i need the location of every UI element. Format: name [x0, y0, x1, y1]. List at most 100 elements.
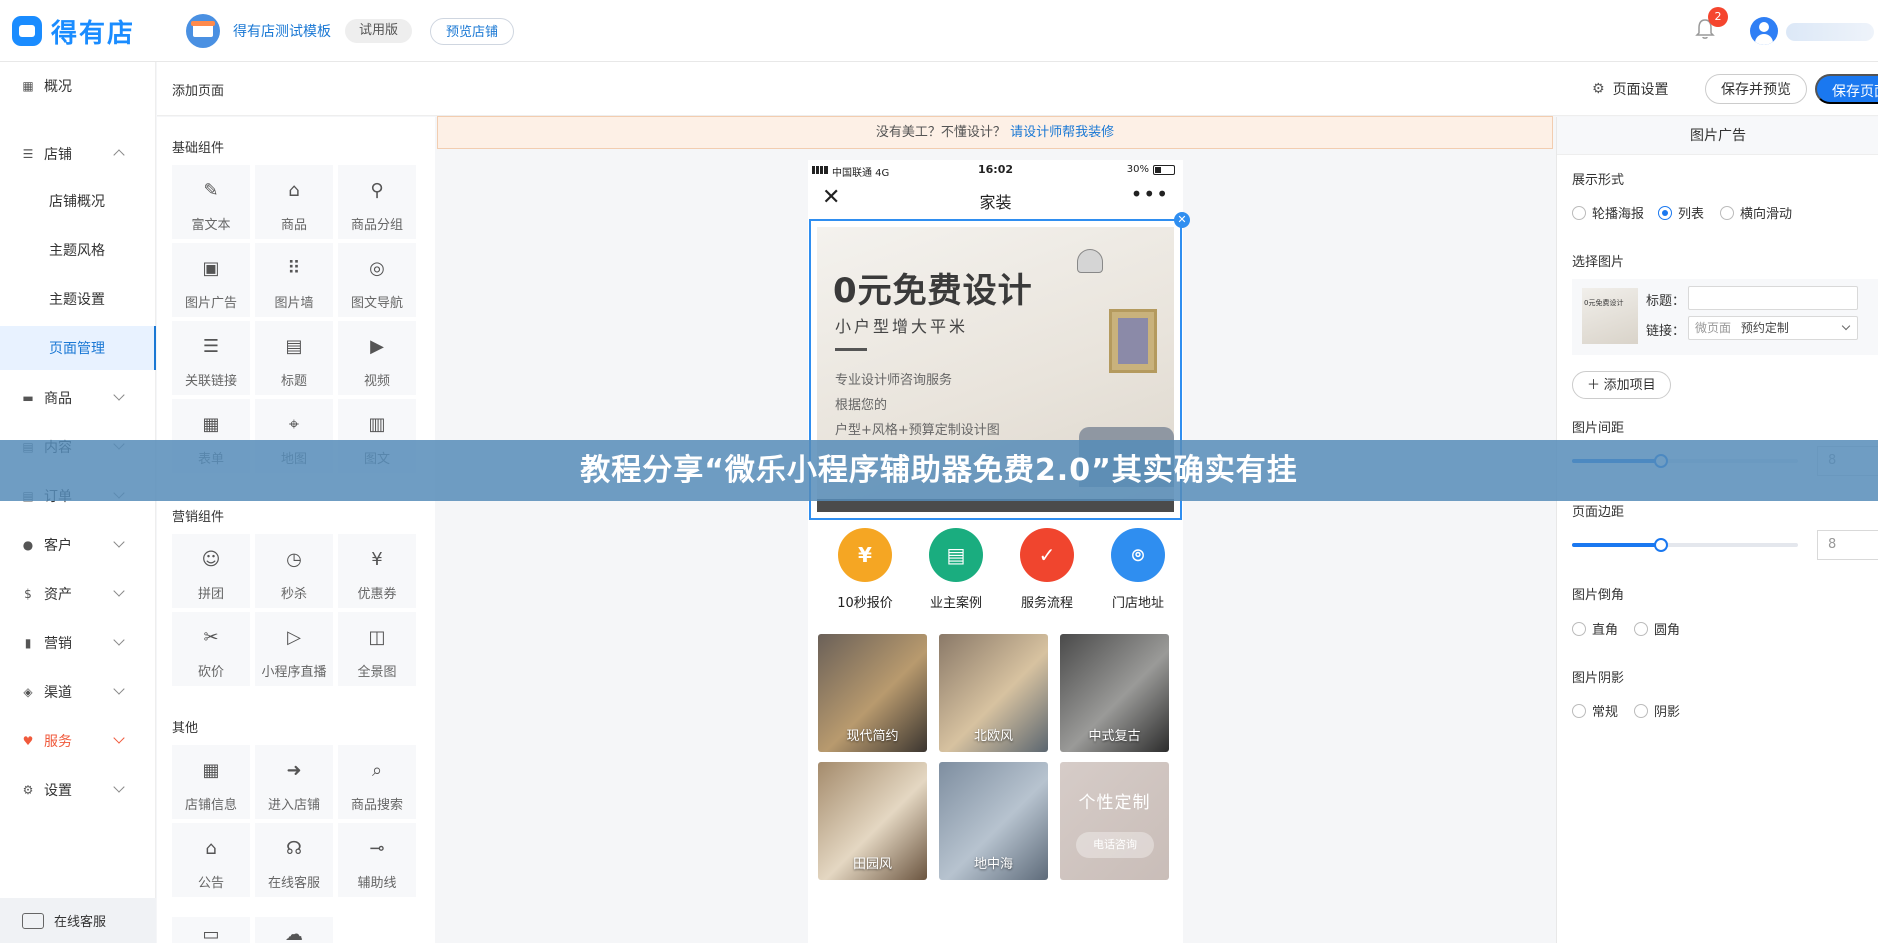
product-search-icon: ⌕ — [371, 759, 383, 781]
item-link-label: 链接： — [1646, 324, 1686, 339]
users-icon: ● — [22, 538, 34, 552]
quick-link-item[interactable]: ⌾ 门店地址 — [1093, 528, 1183, 612]
radio-shadow[interactable]: 阴影 — [1634, 701, 1680, 720]
overlay-caption: 教程分享“微乐小程序辅助器免费2.0”其实确实有挂 — [0, 440, 1878, 501]
component-tile-divider-line[interactable]: ⊸ 辅助线 — [338, 823, 416, 897]
radio-horizontal-scroll[interactable]: 横向滑动 — [1720, 203, 1792, 222]
sidebar-item-products[interactable]: ▬ 商品 — [0, 376, 156, 420]
chevron-down-icon — [113, 781, 125, 793]
custom-design-card[interactable]: 个性定制 电话咨询 — [1060, 762, 1169, 880]
store-name[interactable]: 得有店测试模板 — [233, 21, 331, 41]
component-tile-notice[interactable]: ⌂ 公告 — [172, 823, 250, 897]
bar-chart-icon: ▮ — [24, 636, 32, 650]
title-icon: ▤ — [285, 335, 303, 357]
sidebar-item-store-overview[interactable]: 店铺概况 — [0, 179, 156, 223]
radio-normal-shadow[interactable]: 常规 — [1572, 701, 1618, 720]
component-tile-flash-sale[interactable]: ◷ 秒杀 — [255, 534, 333, 608]
sidebar-item-customers[interactable]: ● 客户 — [0, 523, 156, 567]
layers-icon: ◈ — [23, 685, 33, 699]
save-page-button[interactable]: 保存页面 — [1815, 74, 1878, 104]
component-tile-image-ad[interactable]: ▣ 图片广告 — [172, 243, 250, 317]
component-tile-product-search[interactable]: ⌕ 商品搜索 — [338, 745, 416, 819]
page-settings-button[interactable]: ⚙ 页面设置 — [1592, 77, 1669, 101]
component-label: 全景图 — [357, 665, 397, 680]
sidebar-item-assets[interactable]: $ 资产 — [0, 572, 156, 616]
component-label: 商品 — [280, 218, 307, 233]
user-name-redacted[interactable] — [1786, 23, 1874, 41]
basic-components-title: 基础组件 — [172, 141, 225, 156]
radio-round-corner[interactable]: 圆角 — [1634, 619, 1680, 638]
component-tile-online-service[interactable]: ☊ 在线客服 — [255, 823, 333, 897]
item-title-input[interactable] — [1688, 286, 1858, 310]
style-card[interactable]: 现代简约 — [818, 634, 927, 752]
component-tile-bargain[interactable]: ✂ 砍价 — [172, 612, 250, 686]
store-avatar[interactable] — [186, 14, 220, 48]
sidebar-item-channels[interactable]: ◈ 渠道 — [0, 670, 156, 714]
save-preview-button[interactable]: 保存并预览 — [1705, 74, 1807, 104]
image-item: 0元免费设计 标题： 链接： 微页面 预约定制 — [1572, 279, 1878, 355]
phone-consult-button[interactable]: 电话咨询 — [1076, 832, 1154, 858]
component-tile-group-buy[interactable]: ☺ 拼团 — [172, 534, 250, 608]
preview-store-button[interactable]: 预览店铺 — [430, 18, 515, 45]
component-tile-live-stream[interactable]: ▷ 小程序直播 — [255, 612, 333, 686]
video-icon: ▶ — [370, 335, 384, 357]
radio-carousel[interactable]: 轮播海报 — [1572, 203, 1644, 222]
component-tile-enter-store[interactable]: ➜ 进入店铺 — [255, 745, 333, 819]
banner-line-3: 户型+风格+预算定制设计图 — [835, 423, 1000, 438]
sidebar-item-theme-style[interactable]: 主题风格 — [0, 228, 156, 272]
radio-square-corner[interactable]: 直角 — [1572, 619, 1618, 638]
component-tile-image-nav[interactable]: ◎ 图文导航 — [338, 243, 416, 317]
component-tile-related-link[interactable]: ☰ 关联链接 — [172, 321, 250, 395]
component-tile-product-group[interactable]: ⚲ 商品分组 — [338, 165, 416, 239]
sidebar-item-label: 商品 — [44, 391, 72, 407]
sidebar-item-settings[interactable]: ⚙ 设置 — [0, 768, 156, 812]
sidebar-item-marketing[interactable]: ▮ 营销 — [0, 621, 156, 665]
sidebar-item-page-management[interactable]: 页面管理 — [0, 326, 156, 370]
quick-link-item[interactable]: ✓ 服务流程 — [1002, 528, 1092, 612]
sidebar-item-service[interactable]: ♥ 服务 — [0, 719, 156, 763]
component-tile-window[interactable]: ▭ — [172, 917, 250, 943]
custom-design-title: 个性定制 — [1078, 793, 1151, 813]
sidebar-item-overview[interactable]: ▦ 概况 — [0, 64, 156, 108]
style-card[interactable]: 中式复古 — [1060, 634, 1169, 752]
radio-list[interactable]: 列表 — [1658, 203, 1704, 222]
coupon-icon: ¥ — [371, 548, 383, 570]
page-margin-slider[interactable] — [1572, 538, 1798, 552]
component-tile-image-wall[interactable]: ⠿ 图片墙 — [255, 243, 333, 317]
quick-link-item[interactable]: ¥10秒报价 — [820, 528, 910, 612]
online-service-button[interactable]: 在线客服 — [0, 898, 156, 943]
more-icon[interactable]: ••• — [1131, 182, 1169, 206]
component-tile-wechat[interactable]: ☁ — [255, 917, 333, 943]
page-margin-input[interactable]: 8 — [1817, 530, 1878, 560]
page-settings-label: 页面设置 — [1612, 82, 1669, 98]
sidebar-item-theme-settings[interactable]: 主题设置 — [0, 277, 156, 321]
item-link-select[interactable]: 微页面 预约定制 — [1688, 316, 1858, 340]
sidebar-item-store[interactable]: ☰ 店铺 — [0, 132, 156, 176]
radio-circle — [1572, 621, 1586, 636]
component-tile-panorama[interactable]: ◫ 全景图 — [338, 612, 416, 686]
radio-circle — [1634, 621, 1648, 636]
component-label: 视频 — [363, 374, 390, 389]
style-card[interactable]: 田园风 — [818, 762, 927, 880]
online-service-icon: ☊ — [286, 837, 302, 859]
quick-link-icon: ⌾ — [1111, 528, 1165, 582]
component-tile-title[interactable]: ▤ 标题 — [255, 321, 333, 395]
style-card[interactable]: 地中海 — [939, 762, 1048, 880]
designer-help-link[interactable]: 请设计师帮我装修 — [1010, 125, 1114, 140]
divider-line-icon: ⊸ — [369, 837, 385, 859]
component-tile-video[interactable]: ▶ 视频 — [338, 321, 416, 395]
add-item-button[interactable]: ＋ 添加项目 — [1572, 371, 1671, 399]
slider-handle[interactable] — [1654, 538, 1668, 552]
component-tile-product[interactable]: ⌂ 商品 — [255, 165, 333, 239]
component-tile-coupon[interactable]: ¥ 优惠券 — [338, 534, 416, 608]
remove-component-icon[interactable]: ✕ — [1174, 212, 1190, 228]
component-tile-store-info[interactable]: ▦ 店铺信息 — [172, 745, 250, 819]
form-icon: ▦ — [202, 413, 220, 435]
user-avatar[interactable] — [1750, 17, 1778, 45]
image-thumbnail[interactable]: 0元免费设计 — [1582, 288, 1638, 344]
logo[interactable]: 得有店 — [12, 14, 135, 49]
radio-circle — [1720, 205, 1734, 220]
style-card[interactable]: 北欧风 — [939, 634, 1048, 752]
quick-link-item[interactable]: ▤ 业主案例 — [911, 528, 1001, 612]
component-tile-rich-text[interactable]: ✎ 富文本 — [172, 165, 250, 239]
